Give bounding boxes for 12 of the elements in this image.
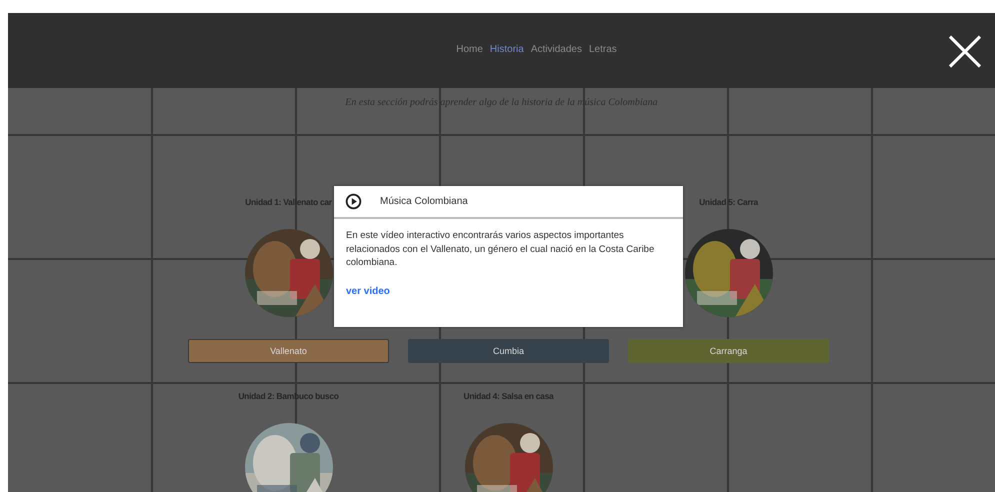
- nav-link[interactable]: Actividades: [530, 43, 582, 59]
- unit-button[interactable]: Cumbia: [408, 339, 609, 363]
- nav-link[interactable]: Historia: [490, 43, 524, 59]
- nav-link[interactable]: Letras: [588, 43, 617, 59]
- unit-button[interactable]: Carranga: [628, 339, 829, 363]
- modal-description: En este vídeo interactivo encontrarás varios aspectos importantes relacionados con el Vallenato, un género el cual nació en la Costa Caribe colombiana.: [346, 229, 656, 270]
- video-link[interactable]: ver video: [346, 286, 390, 296]
- unit-button[interactable]: Vallenato: [188, 339, 389, 363]
- play-icon: [345, 193, 362, 210]
- modal-title: Música Colombiana: [380, 196, 468, 207]
- nav-link[interactable]: Home: [456, 43, 483, 59]
- close-button[interactable]: ×: [939, 27, 983, 73]
